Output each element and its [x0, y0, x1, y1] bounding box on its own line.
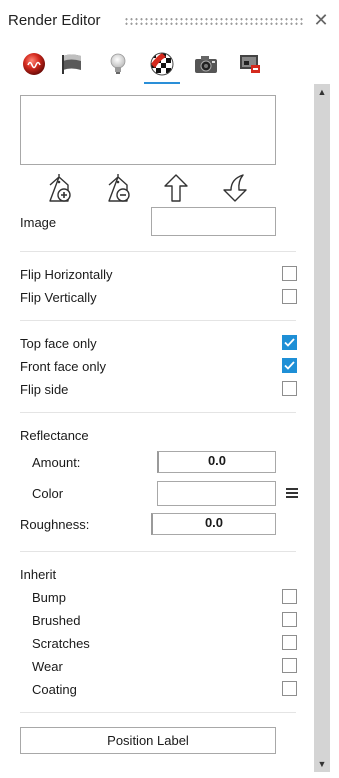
coating-label: Coating	[32, 682, 77, 697]
image-field[interactable]	[151, 207, 276, 236]
window-title: Render Editor	[8, 12, 101, 29]
wear-checkbox[interactable]	[282, 658, 297, 673]
image-label: Image	[20, 215, 57, 230]
roughness-field[interactable]: 0.0	[151, 513, 276, 535]
tab-lighting[interactable]	[98, 44, 138, 84]
divider	[20, 551, 296, 552]
drag-grip[interactable]	[124, 17, 304, 26]
brushed-checkbox[interactable]	[282, 612, 297, 627]
top-face-only-checkbox[interactable]	[282, 335, 297, 350]
brushed-label: Brushed	[32, 613, 81, 628]
front-face-only-label: Front face only	[20, 359, 106, 374]
amount-label: Amount:	[32, 455, 81, 470]
color-field[interactable]	[157, 481, 276, 506]
add-image-button[interactable]	[45, 172, 75, 204]
flip-side-checkbox[interactable]	[282, 381, 297, 396]
arrow-up-icon	[164, 174, 188, 202]
checker-ball-icon	[150, 52, 174, 76]
flip-horizontally-label: Flip Horizontally	[20, 267, 113, 282]
color-menu-icon[interactable]	[286, 488, 298, 498]
inherit-heading: Inherit	[20, 567, 57, 582]
vertical-scrollbar[interactable]: ▲ ▼	[314, 84, 330, 772]
render-output-icon	[240, 55, 260, 73]
arrow-down-icon	[223, 174, 247, 202]
tab-render-output[interactable]	[230, 44, 270, 84]
amount-field[interactable]: 0.0	[157, 451, 276, 473]
move-up-button[interactable]	[161, 172, 191, 204]
bump-checkbox[interactable]	[282, 589, 297, 604]
flip-side-label: Flip side	[20, 382, 69, 397]
title-bar: Render Editor ✕	[0, 0, 339, 40]
roughness-label: Roughness:	[20, 517, 90, 532]
move-down-button[interactable]	[220, 172, 250, 204]
divider	[20, 412, 296, 413]
remove-image-icon	[108, 174, 130, 202]
tab-environment[interactable]	[52, 44, 92, 84]
checkmark-icon	[284, 338, 295, 347]
bump-label: Bump	[32, 590, 66, 605]
color-label: Color	[32, 486, 64, 501]
divider	[20, 712, 296, 713]
close-icon[interactable]: ✕	[312, 11, 330, 29]
tab-bar	[0, 44, 339, 86]
remove-image-button[interactable]	[104, 172, 134, 204]
add-image-icon	[49, 174, 71, 202]
scroll-down-icon[interactable]: ▼	[314, 756, 330, 772]
tab-textures[interactable]	[142, 44, 182, 84]
checkmark-icon	[284, 361, 295, 370]
scratches-checkbox[interactable]	[282, 635, 297, 650]
scratches-label: Scratches	[32, 636, 90, 651]
flip-horizontally-checkbox[interactable]	[282, 266, 297, 281]
divider	[20, 320, 296, 321]
reflectance-heading: Reflectance	[20, 428, 89, 443]
red-sphere-icon	[23, 53, 45, 75]
top-face-only-label: Top face only	[20, 336, 97, 351]
scroll-up-icon[interactable]: ▲	[314, 84, 330, 100]
position-label-button[interactable]: Position Label	[20, 727, 276, 754]
front-face-only-checkbox[interactable]	[282, 358, 297, 373]
light-bulb-icon	[110, 53, 126, 74]
tab-camera[interactable]	[186, 44, 226, 84]
flag-icon	[62, 54, 81, 74]
flip-vertically-label: Flip Vertically	[20, 290, 97, 305]
divider	[20, 251, 296, 252]
camera-icon	[195, 56, 217, 73]
image-list[interactable]	[20, 95, 276, 165]
wear-label: Wear	[32, 659, 63, 674]
coating-checkbox[interactable]	[282, 681, 297, 696]
flip-vertically-checkbox[interactable]	[282, 289, 297, 304]
tab-materials[interactable]	[14, 44, 54, 84]
